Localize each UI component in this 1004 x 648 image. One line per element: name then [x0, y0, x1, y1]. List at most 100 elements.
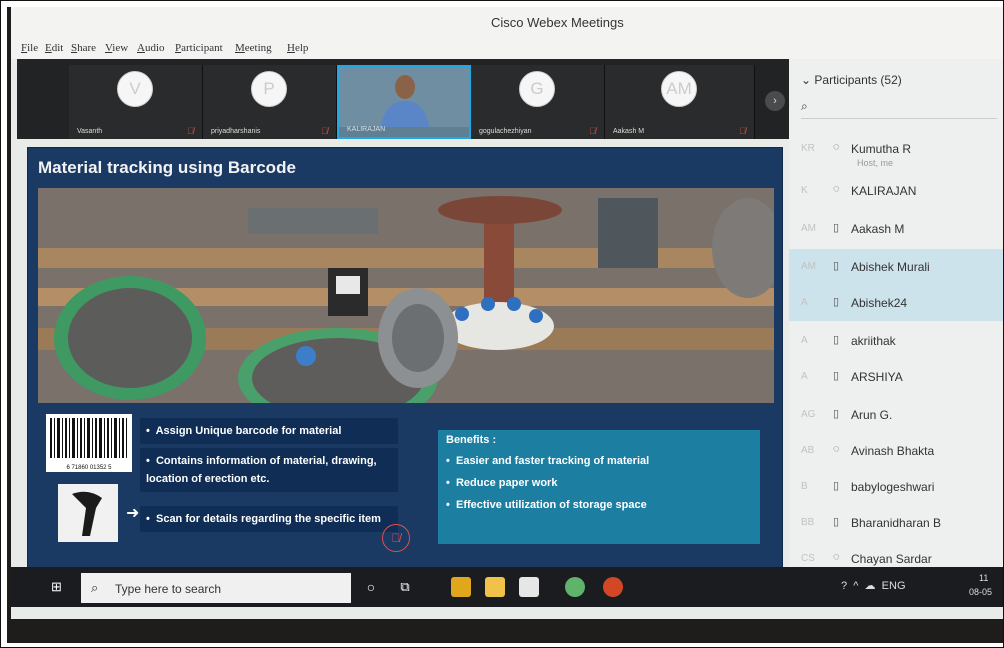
menu-help[interactable]: Help — [287, 42, 308, 54]
menu-participant[interactable]: Participant — [175, 42, 223, 54]
participant-initials: AM — [801, 261, 816, 272]
list-item[interactable]: B ▯ babylogeshwari — [789, 469, 1003, 505]
powerpoint-icon[interactable] — [603, 577, 623, 597]
menu-view[interactable]: View — [105, 42, 128, 54]
participant-name: Kumutha R — [851, 142, 912, 156]
participant-name: Aakash M — [851, 222, 905, 236]
phone-icon: ▯ — [833, 480, 840, 492]
list-item[interactable]: A ▯ ARSHIYA — [789, 359, 1003, 395]
windows-start-icon[interactable]: ⊞ — [51, 579, 62, 595]
video-tile[interactable]: P priyadharshanis 🎙̸ — [203, 65, 337, 139]
participant-role: Host, me — [857, 158, 894, 168]
list-item[interactable]: AB ◌ Avinash Bhakta — [789, 433, 1003, 469]
barcode-icon: 6 71860 01352 5 — [46, 414, 132, 472]
system-tray: ? ^ ☁ ENG — [841, 579, 906, 592]
network-icon: ☁ — [864, 580, 876, 592]
participant-initials: BB — [801, 517, 815, 528]
list-item[interactable]: AM ▯ Aakash M — [789, 211, 1003, 247]
phone-icon: ▯ — [833, 334, 840, 346]
participants-search-input[interactable]: ⌕ — [801, 99, 997, 119]
participant-name: babylogeshwari — [851, 480, 935, 494]
list-item[interactable]: K ◌ KALIRAJAN — [789, 173, 1003, 209]
muted-icon: 🎙̸ — [739, 126, 746, 136]
avatar: AM — [661, 71, 697, 107]
video-tile[interactable]: AM Aakash M 🎙̸ — [605, 65, 755, 139]
list-item[interactable]: KR ◌ Kumutha R Host, me — [789, 131, 1003, 168]
list-item: • Easier and faster tracking of material — [446, 455, 650, 467]
participants-header[interactable]: ⌄ Participants (52) — [801, 73, 902, 87]
task-view-icon[interactable]: ⧉ — [395, 577, 415, 597]
taskbar-search-input[interactable]: ⌕ Type here to search — [81, 573, 351, 603]
clock-time: 11 — [979, 573, 989, 583]
participant-name: Bharanidharan B — [851, 516, 942, 530]
slide-title: Material tracking using Barcode — [38, 158, 296, 177]
muted-icon: 🎙̸ — [321, 126, 328, 136]
pipe-fittings-photo-icon — [38, 188, 774, 403]
menu-edit[interactable]: Edit — [45, 42, 63, 54]
avatar: V — [117, 71, 153, 107]
tile-name: Aakash M — [613, 128, 645, 135]
tile-name: priyadharshanis — [211, 128, 261, 135]
chevron-right-icon[interactable]: › — [765, 91, 785, 111]
slide-photo — [38, 188, 774, 403]
monitor-bezel: Cisco Webex Meetings File Edit Share Vie… — [7, 7, 1003, 643]
menu-meeting[interactable]: Meeting — [235, 42, 272, 54]
participant-initials: AG — [801, 409, 816, 420]
list-item: • Scan for details regarding the specifi… — [140, 506, 398, 532]
list-item[interactable]: A ▯ akriithak — [789, 323, 1003, 359]
video-tile[interactable]: G gogulachezhiyan 🎙̸ — [471, 65, 605, 139]
list-item[interactable]: AM ▯ Abishek Murali — [789, 249, 1003, 285]
menu-audio[interactable]: Audio — [137, 42, 165, 54]
shared-slide: Material tracking using Barcode 6 71860 … — [27, 147, 783, 571]
speaker-video-icon — [339, 67, 469, 127]
list-item[interactable]: AG ▯ Arun G. — [789, 397, 1003, 433]
participant-name: Chayan Sardar — [851, 552, 932, 566]
file-explorer-icon[interactable] — [485, 577, 505, 597]
clock-date: 08-05 — [969, 587, 993, 597]
video-strip: V Vasanth 🎙̸ P priyadharshanis 🎙̸ KALIRA… — [17, 59, 789, 139]
video-tile[interactable]: V Vasanth 🎙̸ — [69, 65, 203, 139]
search-icon: ⌕ — [91, 580, 99, 595]
participant-initials: A — [801, 297, 808, 308]
list-item[interactable]: BB ▯ Bharanidharan B — [789, 505, 1003, 541]
list-item: • Effective utilization of storage space — [446, 499, 647, 511]
audio-icon: ◌ — [833, 443, 840, 455]
participant-name: ARSHIYA — [851, 370, 903, 384]
participant-name: akriithak — [851, 334, 896, 348]
participant-initials: AB — [801, 445, 815, 456]
menu-bar: File Edit Share View Audio Participant M… — [11, 37, 1003, 59]
tile-name: gogulachezhiyan — [479, 128, 532, 135]
participant-name: Avinash Bhakta — [851, 444, 935, 458]
active-speaker-tile[interactable]: KALIRAJAN — [337, 65, 471, 139]
cortana-icon[interactable]: ○ — [361, 577, 381, 597]
photo-frame: Cisco Webex Meetings File Edit Share Vie… — [0, 0, 1004, 648]
language-indicator[interactable]: ENG — [882, 580, 906, 592]
chevron-up-icon[interactable]: ^ — [853, 580, 858, 592]
participant-initials: AM — [801, 223, 816, 234]
avatar: P — [251, 71, 287, 107]
list-item: • Contains information of material, draw… — [140, 448, 398, 492]
list-item[interactable]: A ▯ Abishek24 — [789, 285, 1003, 321]
phone-icon: ▯ — [833, 222, 840, 234]
muted-icon: 🎙̸ — [589, 126, 596, 136]
audio-icon: ◌ — [833, 141, 840, 153]
tile-name: Vasanth — [77, 128, 103, 135]
left-bullet-list: • Assign Unique barcode for material • C… — [140, 418, 398, 536]
arrow-right-icon: ➜ — [126, 505, 140, 522]
todo-app-icon[interactable] — [451, 577, 471, 597]
participants-panel: ⌄ Participants (52) ⌕ KR ◌ Kumutha R Hos… — [789, 59, 1003, 579]
store-icon[interactable] — [519, 577, 539, 597]
menu-file[interactable]: File — [21, 42, 38, 54]
participant-initials: A — [801, 335, 808, 346]
avatar: G — [519, 71, 555, 107]
title-bar: Cisco Webex Meetings — [11, 7, 1003, 37]
phone-icon: ▯ — [833, 516, 840, 528]
menu-share[interactable]: Share — [71, 42, 96, 54]
windows-taskbar: ⊞ ⌕ Type here to search ○ ⧉ ? ^ ☁ ENG 11… — [11, 567, 1003, 607]
participant-initials: CS — [801, 553, 815, 564]
help-icon[interactable]: ? — [841, 580, 847, 592]
webex-app-icon[interactable] — [565, 577, 585, 597]
search-placeholder: Type here to search — [115, 582, 222, 596]
barcode-number: 6 71860 01352 5 — [66, 465, 112, 471]
unmute-button[interactable]: 🎙̸ — [382, 524, 410, 552]
